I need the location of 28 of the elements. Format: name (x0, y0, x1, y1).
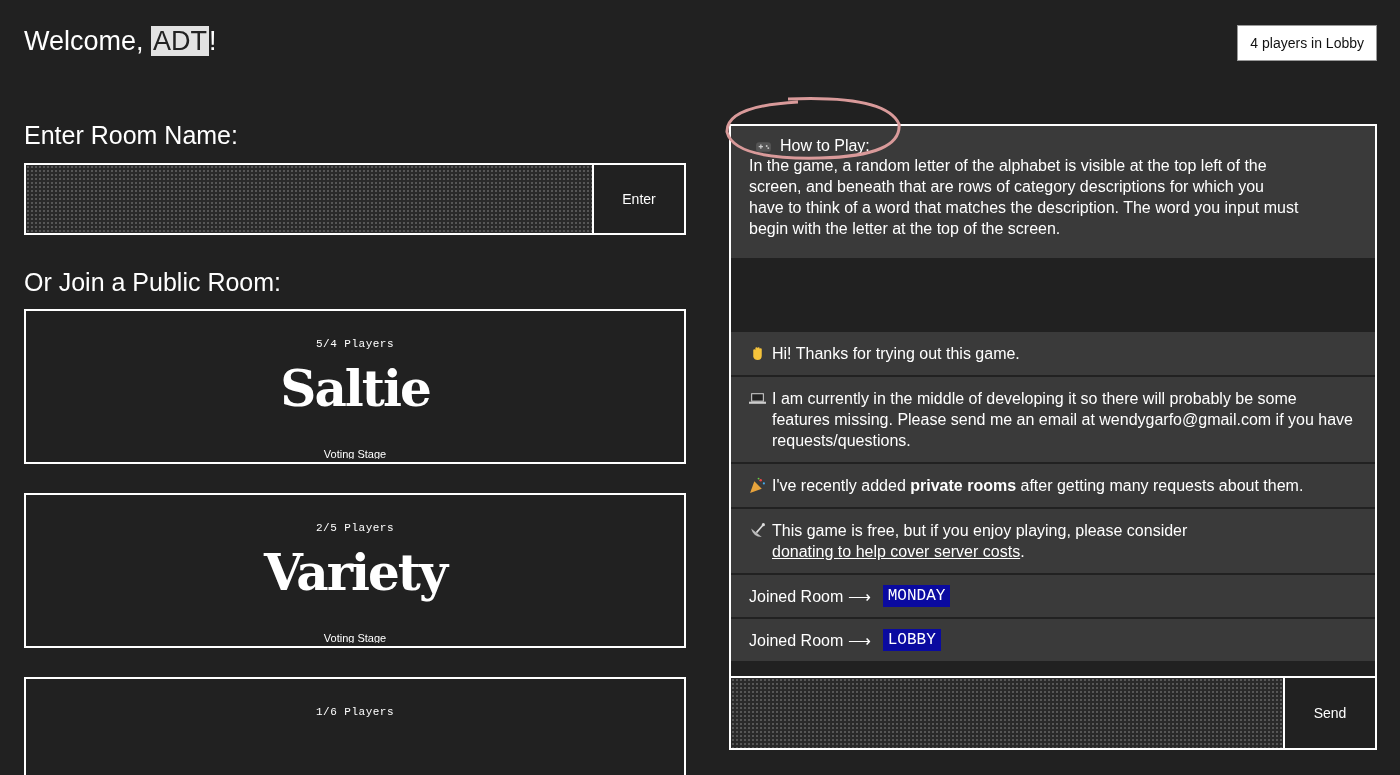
room-name: Variety (264, 542, 446, 604)
section-heading: Enter Room Name: (24, 120, 239, 151)
donation-link[interactable]: donating to help cover server costs (772, 543, 1021, 560)
room-card[interactable]: 2/5 Players Variety Voting Stage (24, 493, 686, 648)
room-name-badge: MONDAY (882, 585, 951, 607)
message-text: This game is free, but if you enjoy playing, please consider donating to help cover server costs. (772, 521, 1188, 562)
message-text: Hi! Thanks for trying out this game. (772, 344, 1020, 364)
room-card[interactable]: 1/6 Players (24, 677, 686, 775)
lobby-count-badge: 4 players in Lobby (1237, 25, 1377, 61)
room-name: Saltie (280, 358, 430, 420)
message-text: I am currently in the middle of developing it so there will probably be some features missing. Please send me an email at wendygarfo@gmail.com if you have requests/questions. (772, 389, 1354, 451)
message-text: I've recently added private rooms after getting many requests about them. (772, 476, 1304, 496)
chat-input[interactable] (731, 678, 1283, 748)
how-to-play-text: In the game, a random letter of the alphabet is visible at the top left of the screen, and beneath that are rows of category descriptions for which you have to think of a word that matches the description. The word you input must begin with the letter at the top of the screen. (749, 156, 1300, 239)
party-popper-icon (749, 477, 766, 494)
how-to-play-title: How to Play: (780, 136, 870, 155)
player-count: 1/6 Players (315, 706, 395, 718)
message-text: Joined Room ⟶ (749, 630, 871, 651)
room-stage: Voting Stage (323, 448, 387, 460)
player-count: 5/4 Players (315, 338, 395, 350)
message-text: Joined Room ⟶ (749, 586, 871, 607)
player-count: 2/5 Players (315, 522, 395, 534)
room-stage: Voting Stage (323, 632, 387, 644)
laptop-icon (749, 390, 766, 407)
room-card[interactable]: 5/4 Players Saltie Voting Stage (24, 309, 686, 464)
welcome-heading: Welcome, ADT! (24, 25, 218, 58)
room-name-badge: LOBBY (882, 629, 941, 651)
section-heading: Or Join a Public Room: (24, 267, 283, 298)
